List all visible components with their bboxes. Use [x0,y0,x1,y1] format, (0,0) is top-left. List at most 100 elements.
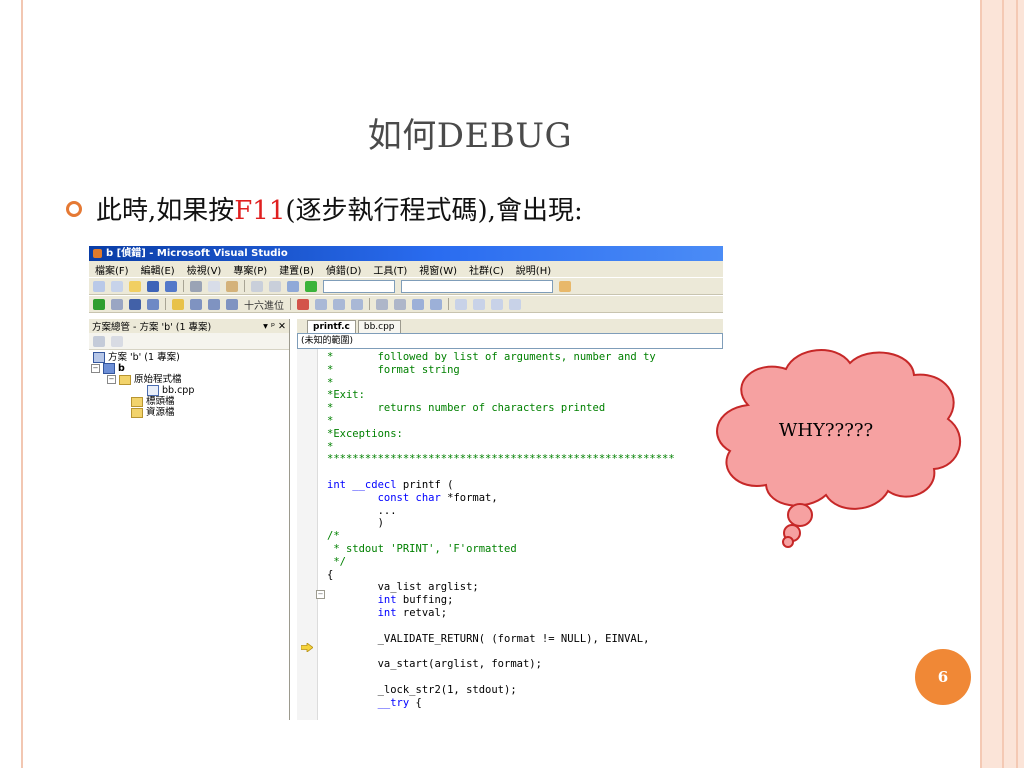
comment-icon[interactable] [412,298,424,310]
properties-icon[interactable] [93,335,105,347]
menu-build[interactable]: 建置(B) [279,262,314,277]
locals-window-icon[interactable] [351,298,363,310]
outdent-icon[interactable] [394,298,406,310]
tree-item-bb-cpp[interactable]: bb.cpp [89,385,289,396]
code-line: const char *format, [377,491,498,504]
new-project-icon[interactable] [93,280,105,292]
solution-explorer-title: 方案總管 - 方案 'b' (1 專案) [92,322,212,333]
code-line: va_start(arglist, format); [327,658,542,671]
tree-label: 原始程式檔 [134,374,182,385]
redo-icon[interactable] [269,280,281,292]
show-all-files-icon[interactable] [111,335,123,347]
menu-project[interactable]: 專案(P) [233,262,267,277]
code-line: * stdout 'PRINT', 'F'ormatted [327,542,517,555]
next-bookmark-icon[interactable] [491,298,503,310]
show-next-statement-icon[interactable] [172,298,184,310]
uncomment-icon[interactable] [430,298,442,310]
vs-menu-bar: 檔案(F) 編輯(E) 檢視(V) 專案(P) 建置(B) 偵錯(D) 工具(T… [89,261,723,277]
save-icon[interactable] [147,280,159,292]
paste-icon[interactable] [226,280,238,292]
menu-window[interactable]: 視窗(W) [419,262,457,277]
tree-label: bb.cpp [162,385,195,396]
bookmark-icon[interactable] [455,298,467,310]
menu-edit[interactable]: 編輯(E) [141,262,175,277]
clear-bookmarks-icon[interactable] [509,298,521,310]
cut-icon[interactable] [190,280,202,292]
save-all-icon[interactable] [165,280,177,292]
tree-item-project[interactable]: − b [89,363,289,374]
vs-body: 方案總管 - 方案 'b' (1 專案) ▾ ᵖ ✕ 方案 'b' (1 專案)… [89,319,723,720]
code-line: * [327,414,334,427]
menu-view[interactable]: 檢視(V) [187,262,222,277]
tab-bb-cpp[interactable]: bb.cpp [357,320,401,333]
bullet-key: F11 [234,196,286,226]
code-text[interactable]: * followed by list of arguments, number … [327,351,723,709]
continue-icon[interactable] [305,280,317,292]
tree-item-solution[interactable]: 方案 'b' (1 專案) [89,352,289,363]
hex-toggle[interactable]: 十六進位 [244,297,284,312]
tab-printf-c[interactable]: printf.c [307,320,356,333]
copy-icon[interactable] [208,280,220,292]
scope-dropdown[interactable]: (未知的範圍) [297,333,723,349]
code-line: ) [327,517,384,530]
menu-community[interactable]: 社群(C) [469,262,504,277]
vs-title-bar: b [偵錯] - Microsoft Visual Studio [89,246,723,261]
menu-help[interactable]: 說明(H) [516,262,551,277]
menu-debug[interactable]: 偵錯(D) [326,262,362,277]
editor-gutter[interactable] [297,349,318,720]
toolbar-separator [183,280,184,292]
cloud-text: WHY????? [778,420,874,441]
menu-tools[interactable]: 工具(T) [373,262,407,277]
prev-bookmark-icon[interactable] [473,298,485,310]
bullet-suffix: (逐步執行程式碼),會出現: [285,196,583,226]
add-item-icon[interactable] [111,280,123,292]
solution-explorer: 方案總管 - 方案 'b' (1 專案) ▾ ᵖ ✕ 方案 'b' (1 專案)… [89,319,290,720]
code-line: int __cdecl printf ( [327,478,454,491]
outline-collapse-icon[interactable]: − [316,590,325,599]
watch-window-icon[interactable] [333,298,345,310]
cpp-file-icon [147,385,159,396]
tree-item-source-files[interactable]: − 原始程式檔 [89,374,289,385]
tree-label: 方案 'b' (1 專案) [108,352,180,363]
vs-screenshot: b [偵錯] - Microsoft Visual Studio 檔案(F) 編… [89,246,723,720]
tree-label: 標頭檔 [146,396,175,407]
memory-window-icon[interactable] [315,298,327,310]
breakpoint-window-icon[interactable] [297,298,309,310]
code-line: *Exceptions: [327,427,403,440]
vs-window-title: b [偵錯] - Microsoft Visual Studio [106,248,288,259]
open-file-icon[interactable] [129,280,141,292]
code-line: { [327,568,334,581]
bullet-prefix: 此時,如果按 [96,196,235,226]
tree-label: b [118,363,125,374]
pause-icon[interactable] [111,298,123,310]
editor-tabs: printf.c bb.cpp [297,319,723,333]
code-line: *Exit: [327,389,365,402]
code-line: /* [327,530,340,543]
bullet-item: 此時,如果按F11(逐步執行程式碼),會出現: [66,190,583,227]
panel-pin-close-icon[interactable]: ▾ ᵖ ✕ [263,321,286,332]
toolbar-separator [448,298,449,310]
project-icon [103,363,115,374]
play-icon[interactable] [93,298,105,310]
toolbar-separator [369,298,370,310]
step-out-icon[interactable] [226,298,238,310]
collapse-icon[interactable]: − [107,375,116,384]
restart-icon[interactable] [147,298,159,310]
undo-icon[interactable] [251,280,263,292]
config-combo[interactable] [323,279,395,293]
platform-combo[interactable] [401,279,553,293]
code-line: ... [327,504,397,517]
find-icon[interactable] [559,280,571,292]
code-editor: printf.c bb.cpp (未知的範圍) − * followed by … [297,319,723,720]
step-over-icon[interactable] [208,298,220,310]
stop-icon[interactable] [129,298,141,310]
menu-file[interactable]: 檔案(F) [95,262,129,277]
indent-icon[interactable] [376,298,388,310]
tree-item-resource-files[interactable]: 資源檔 [89,407,289,418]
tree-item-header-files[interactable]: 標頭檔 [89,396,289,407]
toolbar-separator [165,298,166,310]
collapse-icon[interactable]: − [91,364,100,373]
step-into-icon[interactable] [190,298,202,310]
navigate-icon[interactable] [287,280,299,292]
